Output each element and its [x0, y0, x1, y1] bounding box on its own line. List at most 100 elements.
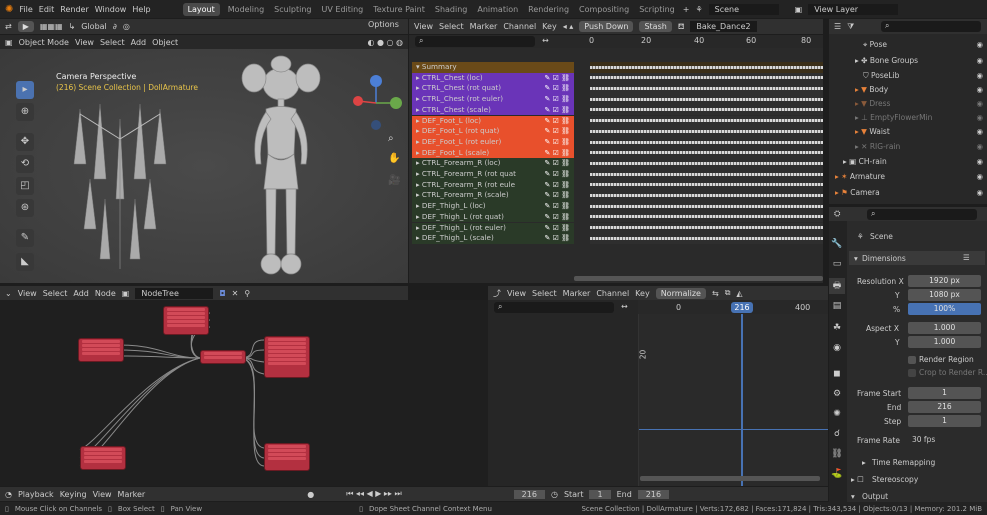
- channel-row[interactable]: ▸ DEF_Thigh_L (loc) ✎ ☑ ⛓: [412, 201, 574, 212]
- data-tab-icon[interactable]: ⛳: [829, 466, 845, 482]
- move-tool-icon[interactable]: ✥: [16, 133, 34, 151]
- time-remapping-panel[interactable]: Time Remapping: [872, 458, 935, 467]
- viewport-menu-view[interactable]: View: [75, 38, 94, 47]
- channel-row[interactable]: ▸ CTRL_Chest (loc) ✎ ☑ ⛓: [412, 72, 574, 84]
- graph-snap-icon[interactable]: ⧉: [725, 288, 731, 298]
- camera-view-icon[interactable]: 🎥: [388, 175, 400, 186]
- outliner-item[interactable]: ⌖ Pose ◉: [833, 38, 987, 52]
- graph-menu-view[interactable]: View: [507, 289, 526, 298]
- node-block[interactable]: [200, 350, 246, 364]
- node-menu-node[interactable]: Node: [95, 289, 116, 298]
- graph-swap-icon[interactable]: ↔: [621, 302, 628, 311]
- frame-rate-dropdown[interactable]: 30 fps: [908, 434, 981, 446]
- proportional-icon[interactable]: ◎: [123, 22, 130, 31]
- outliner-item[interactable]: ▸ ✕ RIG-rain ◉: [833, 140, 987, 154]
- select-tool-icon[interactable]: ▶: [17, 21, 34, 32]
- transform-orientation[interactable]: Global: [81, 22, 107, 31]
- stash-button[interactable]: Stash: [639, 21, 672, 32]
- visibility-eye-icon[interactable]: ◉: [976, 140, 983, 154]
- resolution-pct-slider[interactable]: 100%: [908, 303, 981, 315]
- aspect-x-field[interactable]: 1.000: [908, 322, 981, 334]
- ds-menu-view[interactable]: View: [414, 22, 433, 31]
- channel-row[interactable]: ▸ CTRL_Chest (rot quat) ✎ ☑ ⛓: [412, 83, 574, 95]
- viewport-menu-object[interactable]: Object: [152, 38, 178, 47]
- push-down-button[interactable]: Push Down: [579, 21, 634, 32]
- keyframe-strip[interactable]: [590, 190, 823, 202]
- object-tab-icon[interactable]: ◼: [829, 366, 845, 382]
- outliner-item[interactable]: ▸ ⊥ EmptyFlowerMin ◉: [833, 111, 987, 125]
- scene-selector[interactable]: Scene: [708, 3, 779, 15]
- playback-menu[interactable]: Playback: [18, 490, 54, 499]
- select-mode-icons[interactable]: ▦▦▦: [40, 22, 63, 31]
- outliner-item[interactable]: ▸ ⚑ Camera ◉: [833, 186, 987, 200]
- object-mode-icon[interactable]: ▣: [5, 38, 13, 47]
- editor-type-icon[interactable]: ⇄: [5, 22, 12, 31]
- channel-row[interactable]: ▸ DEF_Thigh_L (rot quat) ✎ ☑ ⛓: [412, 211, 574, 223]
- keyframe-strip[interactable]: [590, 104, 823, 116]
- keyframe-strip[interactable]: [590, 211, 823, 223]
- visibility-eye-icon[interactable]: ◉: [976, 186, 983, 200]
- navigation-gizmo[interactable]: [348, 73, 404, 133]
- tab-shading[interactable]: Shading: [433, 3, 470, 16]
- ds-menu-select[interactable]: Select: [439, 22, 464, 31]
- node-block[interactable]: [264, 443, 310, 471]
- resolution-x-field[interactable]: 1920 px: [908, 275, 981, 287]
- keyframe-strip[interactable]: [590, 169, 823, 180]
- ds-menu-key[interactable]: Key: [542, 22, 557, 31]
- tab-rendering[interactable]: Rendering: [526, 3, 571, 16]
- tab-animation[interactable]: Animation: [475, 3, 520, 16]
- render-region-checkbox[interactable]: [908, 356, 916, 364]
- annotate-tool-icon[interactable]: ✎: [16, 229, 34, 247]
- timeline-type-icon[interactable]: ◔: [5, 490, 12, 499]
- channel-row[interactable]: ▸ DEF_Foot_L (rot quat) ✎ ☑ ⛓: [412, 126, 574, 137]
- visibility-eye-icon[interactable]: ◉: [976, 111, 983, 125]
- tab-uv-editing[interactable]: UV Editing: [320, 3, 366, 16]
- shading-mode-icons[interactable]: ◐ ● ○ ◍: [367, 38, 403, 47]
- channel-row[interactable]: ▸ DEF_Thigh_L (scale) ✎ ☑ ⛓: [412, 233, 574, 244]
- aspect-y-field[interactable]: 1.000: [908, 336, 981, 348]
- channel-toggle-icons[interactable]: ✎ ☑ ⛓: [545, 201, 570, 212]
- menu-help[interactable]: Help: [132, 5, 150, 14]
- channel-toggle-icons[interactable]: ✎ ☑ ⛓: [545, 137, 570, 148]
- tab-layout[interactable]: Layout: [182, 2, 220, 16]
- visibility-eye-icon[interactable]: ◉: [976, 83, 983, 97]
- node-menu-add[interactable]: Add: [73, 289, 89, 298]
- scene-icon[interactable]: ⚘: [695, 5, 702, 14]
- outliner-item[interactable]: ▸ ▣ CH-rain ◉: [833, 155, 987, 169]
- outliner-item[interactable]: ▸ ▼ Waist ◉: [833, 125, 987, 139]
- keyframe-strip[interactable]: [590, 136, 823, 148]
- node-editor-type-icon[interactable]: ⌄: [5, 289, 12, 298]
- graph-proportional-icon[interactable]: ◭: [736, 289, 742, 298]
- particles-tab-icon[interactable]: ✺: [829, 406, 845, 422]
- menu-render[interactable]: Render: [60, 5, 88, 14]
- channel-row[interactable]: ▸ CTRL_Forearm_R (rot quat ✎ ☑ ⛓: [412, 169, 574, 180]
- tab-sculpting[interactable]: Sculpting: [272, 3, 313, 16]
- filter-icon[interactable]: ⧩: [847, 22, 854, 32]
- record-icon[interactable]: ●: [307, 490, 314, 499]
- channel-toggle-icons[interactable]: ✎ ☑ ⛓: [545, 169, 570, 180]
- node-menu-select[interactable]: Select: [43, 289, 68, 298]
- channel-row[interactable]: ▸ DEF_Thigh_L (rot euler) ✎ ☑ ⛓: [412, 222, 574, 234]
- visibility-eye-icon[interactable]: ◉: [976, 54, 983, 68]
- summary-row[interactable]: ▾ Summary: [412, 62, 574, 73]
- 3d-viewport[interactable]: Camera Perspective (216) Scene Collectio…: [0, 49, 408, 283]
- normalize-toggle[interactable]: Normalize: [655, 287, 706, 299]
- keyframe-strip[interactable]: [590, 62, 823, 73]
- channel-toggle-icons[interactable]: ✎ ☑ ⛓: [545, 116, 570, 127]
- scale-tool-icon[interactable]: ◰: [16, 177, 34, 195]
- keyframe-strip[interactable]: [590, 222, 823, 234]
- action-icon[interactable]: ⛾: [678, 22, 685, 32]
- channel-search-field[interactable]: ⌕: [415, 36, 535, 47]
- graph-current-frame-marker[interactable]: 216: [731, 302, 753, 313]
- tab-scripting[interactable]: Scripting: [637, 3, 677, 16]
- crop-checkbox[interactable]: [908, 369, 916, 377]
- channel-row[interactable]: ▸ CTRL_Forearm_R (loc) ✎ ☑ ⛓: [412, 158, 574, 169]
- output-tab-icon[interactable]: 🖶: [829, 278, 845, 294]
- output-panel[interactable]: Output: [862, 492, 888, 501]
- node-block[interactable]: [80, 446, 126, 470]
- outliner-item[interactable]: ▸ ▼ Dress ◉: [833, 97, 987, 111]
- channel-toggle-icons[interactable]: ✎ ☑ ⛓: [545, 212, 570, 223]
- node-block[interactable]: [78, 338, 124, 362]
- properties-type-icon[interactable]: ⛭: [834, 209, 840, 219]
- snap-icon[interactable]: ∂: [113, 22, 117, 31]
